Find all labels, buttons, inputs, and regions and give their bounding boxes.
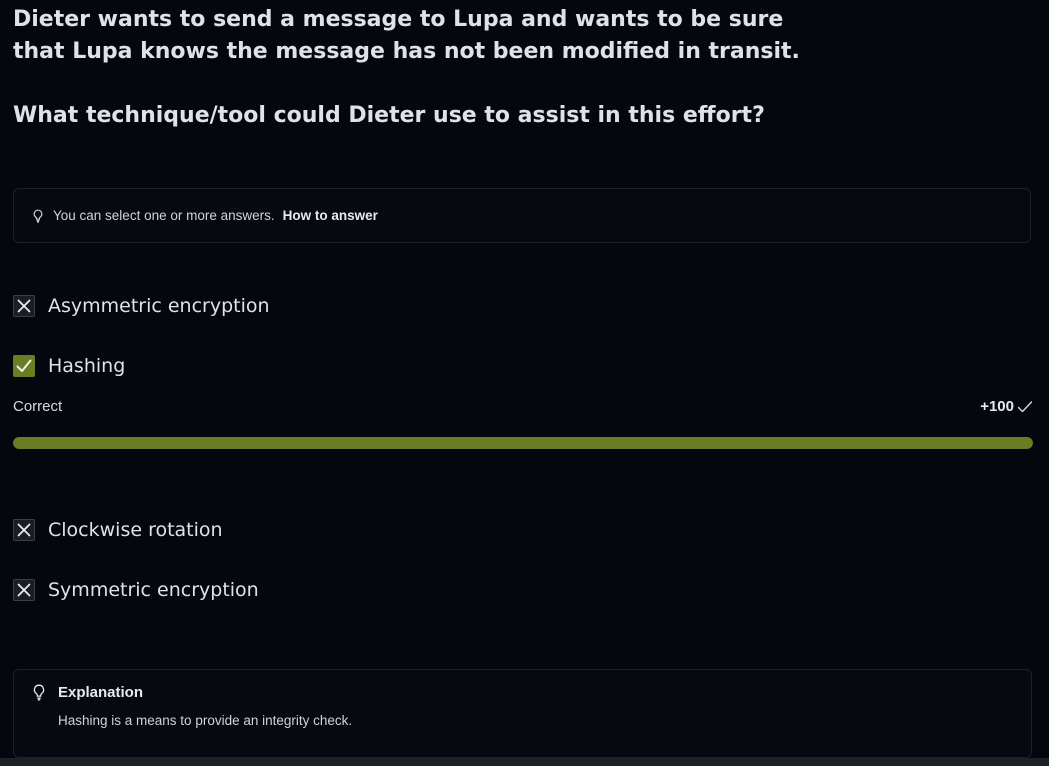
score-progress-fill — [13, 437, 1033, 449]
score-progress-bar — [13, 437, 1033, 449]
score-value: +100 — [980, 398, 1014, 415]
hint-text: You can select one or more answers. — [53, 208, 275, 223]
question-line-2: What technique/tool could Dieter use to … — [13, 103, 765, 128]
result-score: +100 — [980, 398, 1033, 415]
option-label: Clockwise rotation — [48, 519, 223, 541]
question-text: Dieter wants to send a message to Lupa a… — [13, 4, 813, 132]
option-label: Asymmetric encryption — [48, 295, 270, 317]
answer-hint-box: You can select one or more answers. How … — [13, 188, 1031, 243]
result-status: Correct — [13, 398, 63, 415]
question-line-1: Dieter wants to send a message to Lupa a… — [13, 7, 800, 64]
lightbulb-icon — [32, 209, 44, 223]
option-clockwise-rotation[interactable]: Clockwise rotation — [13, 519, 223, 541]
option-checkbox[interactable] — [13, 295, 35, 317]
option-checkbox[interactable] — [13, 579, 35, 601]
bottom-scroll-strip — [0, 758, 1049, 766]
explanation-header: Explanation — [32, 684, 1031, 701]
explanation-box: Explanation Hashing is a means to provid… — [13, 669, 1032, 758]
option-checkbox[interactable] — [13, 355, 35, 377]
x-icon — [17, 299, 31, 313]
option-symmetric-encryption[interactable]: Symmetric encryption — [13, 579, 259, 601]
check-icon — [16, 359, 32, 372]
explanation-text: Hashing is a means to provide an integri… — [58, 713, 353, 728]
check-icon — [1017, 400, 1033, 412]
lightbulb-icon — [32, 684, 46, 701]
option-label: Hashing — [48, 355, 126, 377]
option-label: Symmetric encryption — [48, 579, 259, 601]
result-row: Correct +100 — [13, 398, 1033, 415]
explanation-title: Explanation — [58, 684, 144, 701]
how-to-answer-link[interactable]: How to answer — [283, 208, 378, 223]
x-icon — [17, 583, 31, 597]
option-hashing[interactable]: Hashing — [13, 355, 125, 377]
option-checkbox[interactable] — [13, 519, 35, 541]
option-asymmetric-encryption[interactable]: Asymmetric encryption — [13, 295, 270, 317]
x-icon — [17, 523, 31, 537]
